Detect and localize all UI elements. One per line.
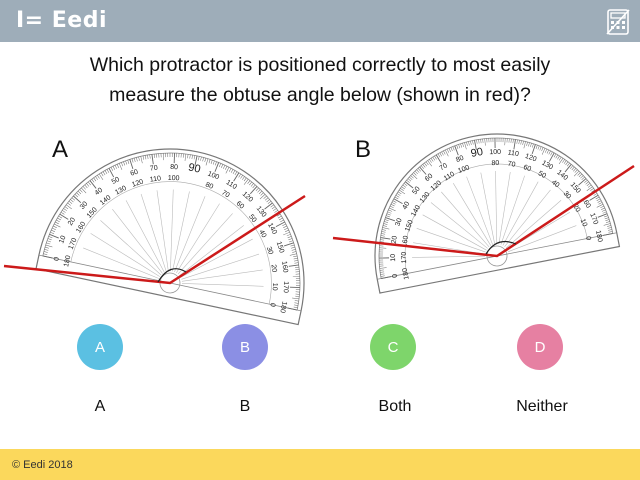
answer-d-text: Neither	[516, 398, 568, 415]
protractor-a-outer-label: 80	[170, 164, 178, 171]
answer-c-text: Both	[378, 398, 412, 415]
protractor-a-outer-label: 90	[187, 161, 201, 175]
protractor-b-outer-label: 20	[391, 235, 399, 244]
answer-d-button[interactable]: D	[517, 324, 563, 370]
protractor-b-outer-label: 100	[489, 149, 501, 156]
answer-c-letter: C	[387, 338, 399, 356]
copyright-text: © Eedi 2018	[12, 459, 73, 471]
protractor-b-inner-label: 80	[491, 160, 499, 167]
footer-bar	[0, 449, 640, 480]
answer-a-button[interactable]: A	[77, 324, 123, 370]
answer-a-text: A	[94, 398, 106, 415]
protractor-a-outer-label: 170	[282, 281, 289, 293]
protractor-a-outer-label: 70	[150, 165, 159, 173]
protractor-b-outer-label: 90	[470, 146, 484, 160]
protractor-b-inner-label: 70	[507, 161, 516, 169]
protractor-a-inner-label: 10	[271, 283, 278, 291]
protractor-b-inner-label: 170	[401, 252, 408, 264]
answer-b-button[interactable]: B	[222, 324, 268, 370]
protractor-a-inner-label: 20	[269, 264, 277, 273]
answer-b-text: B	[239, 398, 251, 415]
answer-b-letter: B	[239, 338, 250, 356]
answer-d-letter: D	[534, 338, 546, 356]
protractor-a-inner-label: 100	[168, 175, 180, 182]
answer-c-button[interactable]: C	[370, 324, 416, 370]
answer-a-letter: A	[94, 338, 105, 356]
protractor-b-outer-label: 10	[390, 254, 397, 262]
protractor-a: 0 18010 1702016030150401405013060120701108…	[35, 148, 305, 326]
